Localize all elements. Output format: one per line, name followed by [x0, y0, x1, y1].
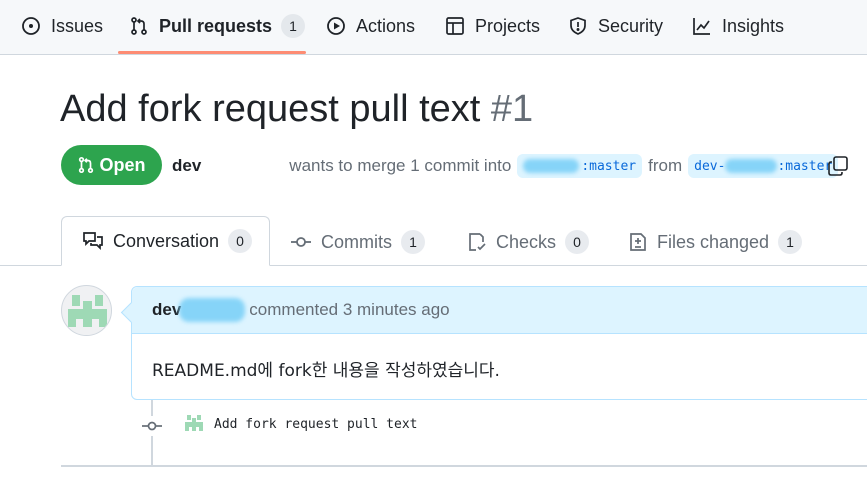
from-text: from [648, 156, 683, 175]
comment-meta[interactable]: commented 3 minutes ago [249, 300, 449, 320]
nav-pull-requests[interactable]: Pull requests 1 [128, 0, 306, 52]
head-branch-prefix: dev- [694, 158, 726, 174]
git-commit-icon [290, 232, 312, 252]
pr-meta: dev wants to merge 1 commit into :master… [172, 153, 839, 179]
git-pull-request-icon [128, 15, 150, 37]
repo-nav: Issues Pull requests 1 Actions Projects … [0, 0, 867, 55]
issue-opened-icon [20, 15, 42, 37]
tab-conversation[interactable]: Conversation 0 [61, 216, 270, 266]
tab-counter: 1 [778, 230, 803, 254]
comment-header: dev commented 3 minutes ago [132, 287, 867, 334]
nav-insights[interactable]: Insights [691, 0, 784, 52]
git-commit-icon [140, 416, 164, 436]
checklist-icon [467, 232, 487, 252]
nav-actions[interactable]: Actions [325, 0, 415, 52]
nav-label: Issues [51, 15, 104, 36]
timeline-bottom-divider [61, 465, 867, 467]
tab-commits[interactable]: Commits 1 [290, 218, 425, 266]
tab-label: Files changed [657, 231, 770, 252]
nav-label: Pull requests [159, 15, 273, 36]
tab-counter: 1 [401, 230, 425, 254]
nav-label: Insights [722, 15, 785, 36]
file-diff-icon [628, 232, 648, 252]
pr-number: #1 [490, 88, 534, 130]
comment-discussion-icon [82, 231, 104, 251]
status-label: Open [99, 154, 146, 175]
nav-security[interactable]: Security [567, 0, 663, 52]
tab-label: Checks [496, 231, 557, 252]
redacted-owner [725, 159, 778, 173]
page-title: Add fork request pull text #1 [60, 88, 533, 131]
nav-issues[interactable]: Issues [20, 0, 103, 52]
nav-label: Projects [475, 15, 541, 36]
tab-checks[interactable]: Checks 0 [467, 218, 590, 266]
table-icon [444, 15, 466, 37]
comment-body: README.md에 fork한 내용을 작성하였습니다. [152, 361, 500, 381]
redacted-username [179, 298, 246, 322]
play-icon [325, 15, 347, 37]
tab-label: Conversation [113, 230, 220, 251]
tab-counter: 0 [228, 229, 253, 253]
comment-box: dev commented 3 minutes ago README.md에 f… [131, 286, 867, 400]
pr-author-link[interactable]: dev [172, 156, 201, 176]
nav-projects[interactable]: Projects [444, 0, 540, 52]
pull-requests-counter: 1 [281, 14, 306, 38]
pr-title-text: Add fork request pull text [60, 88, 481, 130]
nav-selected-underline [118, 51, 306, 54]
nav-label: Actions [356, 15, 416, 36]
base-branch-name: :master [581, 158, 637, 174]
commit-message-link[interactable]: Add fork request pull text [214, 417, 418, 432]
tab-label: Commits [321, 231, 392, 252]
commit-author-avatar[interactable] [183, 412, 205, 434]
copy-button[interactable] [827, 155, 849, 182]
shield-icon [567, 15, 589, 37]
tab-counter: 0 [565, 230, 590, 254]
head-branch[interactable]: dev- :master [688, 154, 839, 178]
comment-author-link[interactable]: dev [152, 300, 181, 320]
status-badge: Open [61, 145, 162, 185]
graph-icon [691, 15, 713, 37]
copy-icon [827, 156, 849, 181]
git-pull-request-icon [77, 156, 95, 174]
redacted-owner [523, 159, 580, 173]
tab-files-changed[interactable]: Files changed 1 [628, 218, 803, 266]
avatar[interactable] [61, 285, 112, 336]
merge-text: wants to merge 1 commit into [289, 156, 512, 175]
base-branch[interactable]: :master [517, 154, 643, 178]
head-branch-suffix: :master [777, 158, 833, 174]
nav-label: Security [598, 15, 664, 36]
